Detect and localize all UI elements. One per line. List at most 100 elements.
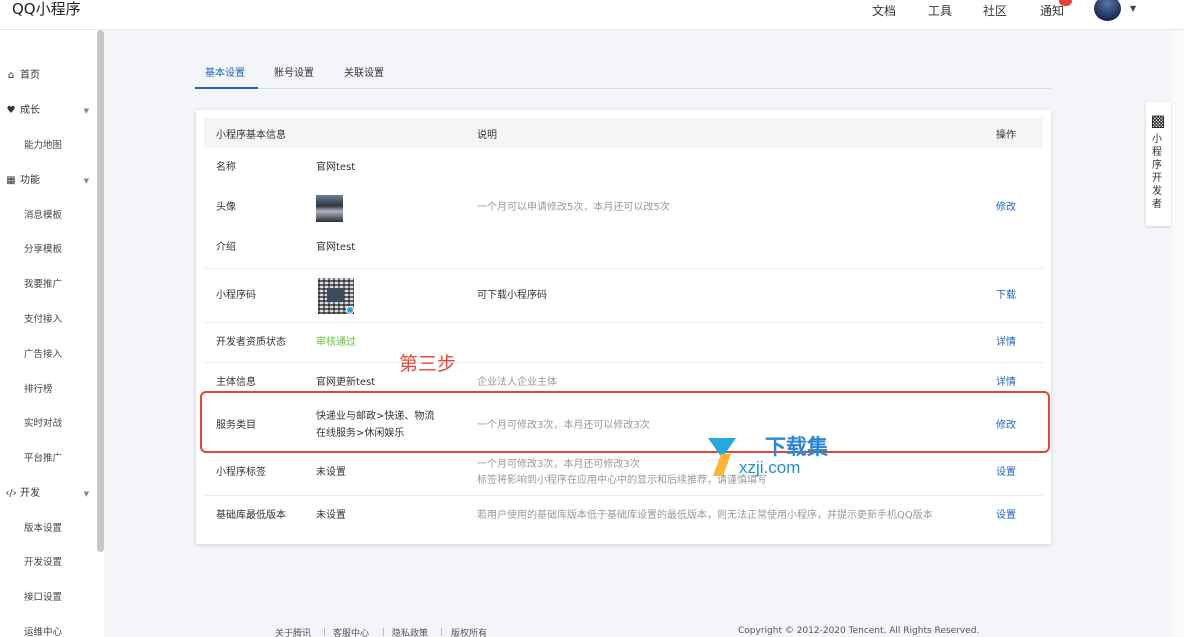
row-tags-desc-1: 一个月可修改3次，本月还可修改3次 <box>477 459 640 470</box>
sidebar-item-label: 平台推广 <box>24 453 63 464</box>
row-qrcode-label: 小程序码 <box>216 290 256 301</box>
row-qrcode-desc: 可下载小程序码 <box>477 290 547 301</box>
row-divider <box>204 362 1043 363</box>
nav-community[interactable]: 社区 <box>983 2 1007 19</box>
sidebar-item-label: 支付接入 <box>24 314 63 325</box>
row-divider <box>204 495 1043 496</box>
sidebar-item[interactable]: 广告接入 <box>0 345 95 365</box>
qr-code-icon[interactable]: ▩ <box>1149 112 1167 130</box>
sidebar-item-label: 功能 <box>20 175 40 186</box>
step-annotation: 第三步 <box>399 353 457 375</box>
sidebar-item-label: 成长 <box>20 105 40 116</box>
basic-info-card: 小程序基本信息 说明 操作 名称 官网test 头像 一个月可以申请修改5次，本… <box>196 110 1051 544</box>
sidebar-item[interactable]: ⌂ 首页 <box>0 66 95 86</box>
sidebar-item-label: 开发设置 <box>24 557 63 568</box>
row-baselib-value: 未设置 <box>316 510 346 521</box>
chevron-down-icon[interactable]: ▼ <box>84 101 89 121</box>
row-divider <box>204 322 1043 323</box>
sidebar-item[interactable]: 能力地图 <box>0 136 95 156</box>
growth-icon: ♥ <box>6 105 16 116</box>
download-qrcode-link[interactable]: 下载 <box>996 289 1016 303</box>
sidebar-item[interactable]: 分享模板 <box>0 240 95 260</box>
set-tags-link[interactable]: 设置 <box>996 466 1016 480</box>
sidebar-item[interactable]: 我要推广 <box>0 275 95 295</box>
row-tags-desc-2: 标签将影响到小程序在应用中心中的显示和后续推荐，请谨慎填写 <box>477 475 767 486</box>
table-header: 小程序基本信息 说明 操作 <box>204 118 1043 148</box>
notification-badge <box>1059 0 1072 6</box>
app-avatar-image <box>316 195 343 222</box>
top-bar: QQ小程序 文档 工具 社区 通知 ▼ <box>0 0 1184 30</box>
chevron-down-icon[interactable]: ▼ <box>84 484 89 504</box>
tab-active-indicator <box>195 87 258 89</box>
sidebar-item-label: 首页 <box>20 70 40 81</box>
row-intro-label: 介绍 <box>216 242 236 253</box>
sidebar-item[interactable]: 运维中心 <box>0 623 95 637</box>
highlight-box <box>200 391 1050 453</box>
sidebar-item[interactable]: 排行榜 <box>0 380 95 400</box>
sidebar-item-label: 实时对战 <box>24 418 63 429</box>
sidebar-item-label: 接口设置 <box>24 592 63 603</box>
home-icon: ⌂ <box>7 70 15 81</box>
sidebar-item[interactable]: 实时对战 <box>0 414 95 434</box>
footer-divider <box>324 628 325 636</box>
sidebar-item[interactable]: 平台推广 <box>0 449 95 469</box>
sidebar-item[interactable]: 接口设置 <box>0 588 95 608</box>
sidebar <box>0 30 104 637</box>
sidebar-item[interactable]: 开发设置 <box>0 553 95 573</box>
row-avatar-desc: 一个月可以申请修改5次，本月还可以改5次 <box>477 202 670 213</box>
page-scrollbar[interactable] <box>1172 30 1184 637</box>
tab-basic-settings[interactable]: 基本设置 <box>205 66 245 82</box>
qr-code-logo <box>327 288 344 302</box>
footer-about[interactable]: 关于腾讯 <box>275 626 311 637</box>
tab-association-settings[interactable]: 关联设置 <box>344 66 384 82</box>
footer-divider <box>441 628 442 636</box>
row-baselib-desc: 若用户使用的基础库版本低于基础库设置的最低版本，则无法正常使用小程序，并提示更新… <box>477 510 933 521</box>
nav-docs[interactable]: 文档 <box>872 2 896 19</box>
row-avatar-label: 头像 <box>216 202 236 213</box>
sidebar-item-label: 我要推广 <box>24 279 63 290</box>
chevron-down-icon[interactable]: ▼ <box>84 171 89 191</box>
user-avatar[interactable] <box>1094 0 1121 21</box>
sidebar-item-label: 运维中心 <box>24 627 63 637</box>
function-icon: ▦ <box>6 175 16 186</box>
nav-tools[interactable]: 工具 <box>928 2 952 19</box>
footer-copyright: Copyright © 2012-2020 Tencent. All Right… <box>738 626 980 636</box>
row-divider <box>204 268 1043 269</box>
tab-divider <box>195 88 1051 89</box>
sidebar-item[interactable]: ‹/› 开发 ▼ <box>0 484 95 504</box>
row-baselib-label: 基础库最低版本 <box>216 510 286 521</box>
qualification-detail-link[interactable]: 详情 <box>996 336 1016 350</box>
row-tags-value: 未设置 <box>316 467 346 478</box>
sidebar-item-label: 能力地图 <box>24 140 63 151</box>
sidebar-item[interactable]: 版本设置 <box>0 519 95 539</box>
sidebar-item[interactable]: 消息模板 <box>0 206 95 226</box>
tab-account-settings[interactable]: 账号设置 <box>274 66 314 82</box>
qr-code-badge-icon <box>346 306 354 314</box>
sidebar-item[interactable]: 支付接入 <box>0 310 95 330</box>
footer-support[interactable]: 客服中心 <box>333 626 369 637</box>
watermark-en: xzji.com <box>739 458 801 477</box>
app-logo[interactable]: QQ小程序 <box>12 0 81 18</box>
header-desc: 说明 <box>477 130 497 141</box>
footer-copyright-link[interactable]: 版权所有 <box>451 626 487 637</box>
row-intro-value: 官网test <box>316 242 356 253</box>
row-name-value: 官网test <box>316 162 356 173</box>
chevron-down-icon[interactable]: ▼ <box>1130 4 1136 13</box>
sidebar-item[interactable]: ▦ 功能 ▼ <box>0 171 95 191</box>
sidebar-item-label: 排行榜 <box>24 384 53 395</box>
sidebar-item-label: 分享模板 <box>24 244 63 255</box>
sidebar-scrollbar[interactable] <box>97 30 104 552</box>
code-icon: ‹/› <box>5 488 17 499</box>
edit-avatar-link[interactable]: 修改 <box>996 201 1016 215</box>
row-subject-desc: 企业法人企业主体 <box>477 377 557 388</box>
sidebar-item-label: 消息模板 <box>24 210 63 221</box>
row-name-label: 名称 <box>216 162 236 173</box>
sidebar-item[interactable]: ♥ 成长 ▼ <box>0 101 95 121</box>
subject-detail-link[interactable]: 详情 <box>996 376 1016 390</box>
header-action: 操作 <box>996 130 1016 141</box>
footer-privacy[interactable]: 隐私政策 <box>392 626 428 637</box>
row-subject-label: 主体信息 <box>216 377 256 388</box>
set-baselib-link[interactable]: 设置 <box>996 509 1016 523</box>
developer-float-label[interactable]: 小程序开发者 <box>1152 133 1164 211</box>
header-info: 小程序基本信息 <box>216 130 286 141</box>
